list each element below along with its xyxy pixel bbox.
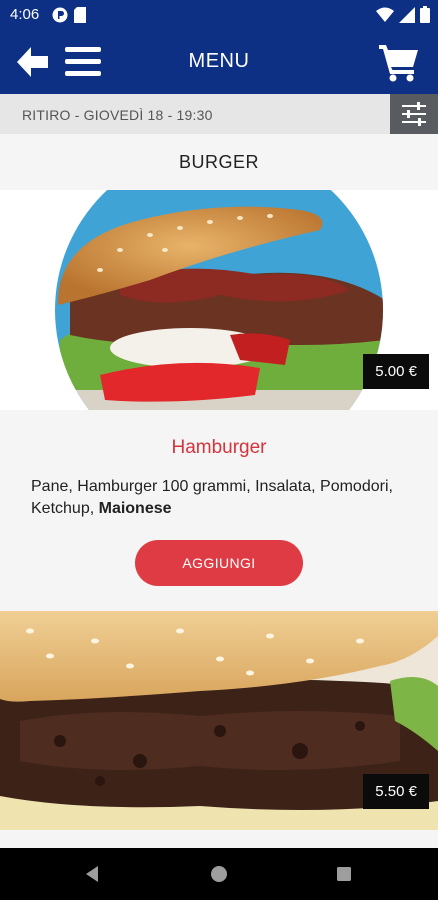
product-ingredient-highlight: Maionese bbox=[98, 500, 172, 517]
system-navigation-bar bbox=[0, 848, 438, 900]
price-tag: 5.00 € bbox=[363, 354, 429, 389]
add-to-cart-button[interactable]: AGGIUNGI bbox=[135, 540, 303, 586]
home-circle-icon bbox=[211, 866, 227, 882]
category-header: BURGER bbox=[0, 134, 438, 190]
notification-icon bbox=[52, 7, 68, 23]
product-card-hamburger: Hamburger Pane, Hamburger 100 grammi, In… bbox=[0, 410, 438, 611]
nav-recents-button[interactable] bbox=[331, 861, 357, 887]
app-bar: MENU bbox=[0, 30, 438, 94]
status-time: 4:06 bbox=[10, 6, 40, 23]
product-description: Pane, Hamburger 100 grammi, Insalata, Po… bbox=[31, 476, 418, 520]
product-name: Hamburger bbox=[171, 437, 267, 458]
cart-button[interactable] bbox=[378, 41, 420, 83]
nav-home-button[interactable] bbox=[206, 861, 232, 887]
product-image-burger-2[interactable]: 5.50 € bbox=[0, 611, 438, 830]
status-bar: 4:06 bbox=[0, 0, 438, 30]
product-ingredients: Pane, Hamburger 100 grammi, Insalata, Po… bbox=[31, 478, 393, 517]
price-tag: 5.50 € bbox=[363, 774, 429, 809]
category-title: BURGER bbox=[178, 152, 259, 172]
nav-back-button[interactable] bbox=[80, 861, 106, 887]
product-image-hamburger[interactable]: 5.00 € bbox=[0, 190, 438, 410]
battery-icon bbox=[420, 6, 430, 23]
recents-square-icon bbox=[337, 867, 351, 881]
pickup-info-bar: RITIRO - GIOVEDÌ 18 - 19:30 bbox=[0, 94, 438, 134]
page-title: MENU bbox=[188, 50, 250, 72]
shopping-cart-icon bbox=[379, 45, 418, 82]
sd-card-icon bbox=[74, 7, 86, 23]
filter-button[interactable] bbox=[390, 94, 438, 134]
wifi-icon bbox=[376, 7, 394, 22]
pickup-time-text: RITIRO - GIOVEDÌ 18 - 19:30 bbox=[22, 107, 213, 123]
back-triangle-icon bbox=[86, 866, 98, 882]
signal-icon bbox=[399, 6, 415, 23]
sliders-icon bbox=[402, 102, 426, 126]
